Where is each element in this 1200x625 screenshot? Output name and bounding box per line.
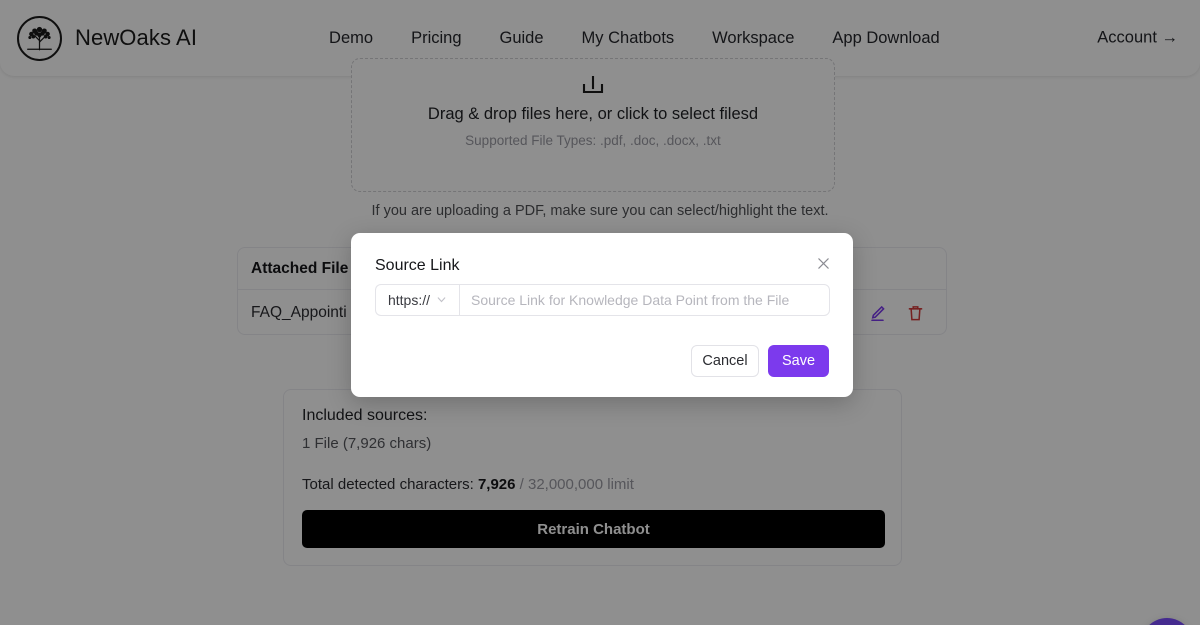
source-link-row: https://: [375, 284, 830, 316]
cancel-button[interactable]: Cancel: [691, 345, 759, 377]
chevron-down-icon: [436, 292, 447, 308]
close-x-icon[interactable]: [812, 252, 834, 274]
modal-overlay[interactable]: Source Link https:// Source Link for Kno…: [0, 0, 1200, 625]
source-link-dialog: Source Link https:// Source Link for Kno…: [351, 233, 853, 397]
app-page: NewOaks AI Demo Pricing Guide My Chatbot…: [0, 0, 1200, 625]
source-link-input[interactable]: [459, 284, 830, 316]
dialog-actions: Cancel Save: [691, 345, 829, 377]
protocol-value: https://: [387, 292, 431, 308]
protocol-select[interactable]: https://: [375, 284, 459, 316]
dialog-title: Source Link: [375, 257, 460, 274]
save-button[interactable]: Save: [768, 345, 829, 377]
